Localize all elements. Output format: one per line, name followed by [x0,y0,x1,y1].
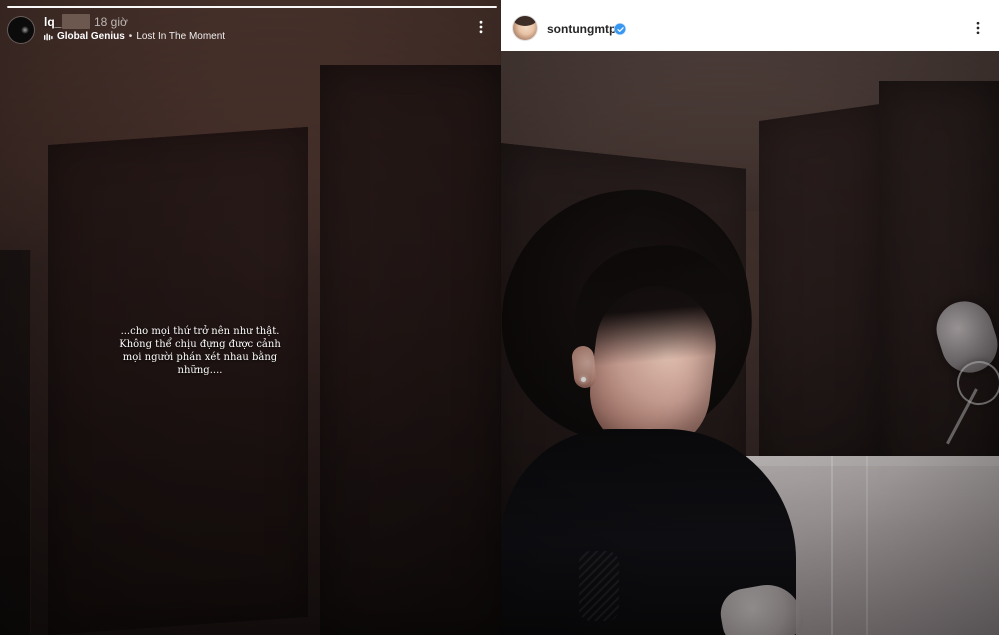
story-username[interactable]: lq_ [44,15,61,29]
story-caption: ...cho mọi thứ trở nên như thật. Không t… [105,325,295,377]
post-more-button[interactable] [968,18,988,38]
story-header: lq_ 18 giờ Global Genius • Lost In The M… [0,10,501,50]
more-vertical-icon [479,20,483,34]
subject-tattoo [579,551,619,621]
story-acoustic-panel [48,126,308,635]
instagram-post: sontungmtp [501,0,999,635]
music-wave-icon [43,32,53,42]
story-acoustic-panel-right [320,65,501,635]
post-avatar[interactable] [513,16,537,40]
photo-wainscot-line [831,456,833,635]
story-progress-fill [7,6,497,8]
story-avatar[interactable] [8,17,34,43]
story-viewer: lq_ 18 giờ Global Genius • Lost In The M… [0,0,501,635]
story-door-edge [0,250,31,635]
story-music-label[interactable]: Global Genius • Lost In The Moment [43,31,225,42]
post-photo[interactable] [501,51,999,635]
screenshot-canvas: lq_ 18 giờ Global Genius • Lost In The M… [0,0,999,635]
music-separator: • [128,31,133,42]
story-progress-bar [7,6,497,8]
photo-wainscot-line [866,456,868,635]
more-vertical-icon [976,21,980,35]
story-caption-line-3: mọi người phán xét nhau bằng [122,352,278,363]
music-song: Lost In The Moment [136,31,226,42]
post-header: sontungmtp [501,0,999,51]
story-caption-line-1: ...cho mọi thứ trở nên như thật. [120,326,280,337]
story-caption-line-4: những.... [177,365,223,376]
verified-badge-icon [614,23,626,35]
photo-subject [501,174,831,635]
subject-earring [581,377,586,382]
studio-microphone [921,294,999,451]
avatar-hair [513,16,537,26]
avatar-glint [21,26,29,34]
story-caption-line-2: Không thể chịu đựng được cảnh [119,339,281,350]
story-more-button[interactable] [471,17,491,37]
post-username[interactable]: sontungmtp [547,22,616,36]
username-redaction [62,14,90,29]
music-artist: Global Genius [57,31,125,42]
story-time: 18 giờ [94,15,128,29]
